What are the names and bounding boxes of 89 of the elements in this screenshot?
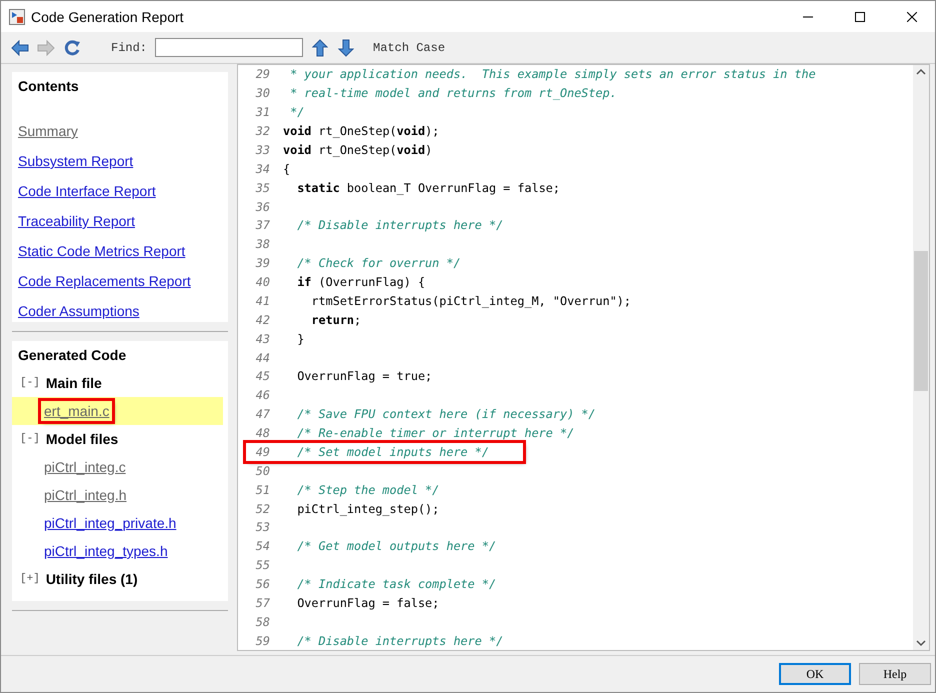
- find-field[interactable]: [155, 38, 304, 57]
- close-icon[interactable]: [907, 12, 917, 22]
- generated-code-heading: Generated Code: [18, 347, 128, 363]
- file-link[interactable]: piCtrl_integ.c: [41, 457, 129, 477]
- code-text: /* Save FPU context here (if necessary) */: [296, 407, 596, 422]
- file-link[interactable]: ert_main.c: [41, 401, 112, 421]
- report-link[interactable]: Subsystem Report: [18, 146, 134, 176]
- contents-heading: Contents: [18, 78, 80, 94]
- line-number: 53: [254, 520, 270, 534]
- code-text: return;: [310, 312, 362, 327]
- code-text: void rt_OneStep(void): [283, 142, 432, 157]
- code-text: * real-time model and returns from rt_OneStep.: [289, 86, 617, 100]
- report-link[interactable]: Summary: [18, 116, 78, 146]
- file-group-label: Utility files (1): [46, 571, 138, 587]
- dialog-button[interactable]: OK: [779, 663, 851, 685]
- scroll-thumb[interactable]: [914, 251, 928, 391]
- code-text: /* Get model outputs here */: [296, 539, 496, 554]
- code-text: {: [283, 162, 290, 176]
- report-link[interactable]: Code Interface Report: [18, 176, 156, 206]
- line-number: 36: [254, 200, 270, 214]
- dialog-button[interactable]: Help: [859, 663, 931, 685]
- line-number: 31: [254, 105, 270, 120]
- report-link[interactable]: Traceability Report: [18, 206, 135, 236]
- code-text: /* Indicate task complete */: [296, 577, 496, 592]
- code-text: }: [296, 332, 304, 346]
- find-label: Find:: [111, 40, 148, 54]
- line-number: 42: [254, 312, 270, 327]
- line-number: 33: [254, 142, 270, 157]
- code-text: /* Disable interrupts here */: [296, 634, 504, 648]
- find-previous-icon[interactable]: [312, 38, 328, 56]
- code-text: OverrunFlag = false;: [296, 596, 440, 610]
- code-text: */: [289, 105, 304, 120]
- line-number: 59: [254, 634, 270, 648]
- file-link[interactable]: piCtrl_integ_types.h: [41, 541, 171, 561]
- line-number: 54: [254, 539, 270, 554]
- line-number: 45: [254, 369, 270, 384]
- match-case-label[interactable]: Match Case: [373, 40, 446, 54]
- line-number: 32: [254, 124, 270, 138]
- find-next-icon[interactable]: [338, 38, 354, 56]
- line-number: 37: [254, 218, 270, 232]
- line-number: 52: [254, 502, 270, 516]
- back-arrow-icon[interactable]: [11, 40, 29, 56]
- scrollbar[interactable]: [913, 65, 929, 650]
- expand-toggle[interactable]: [-]: [20, 377, 40, 389]
- report-link[interactable]: Static Code Metrics Report: [18, 236, 186, 266]
- code-text: * your application needs. This example simply sets an error status in the: [289, 67, 816, 82]
- line-number: 58: [254, 614, 270, 629]
- code-text: static boolean_T OverrunFlag = false;: [296, 180, 560, 195]
- refresh-icon[interactable]: [63, 38, 81, 56]
- expand-toggle[interactable]: [+]: [20, 573, 40, 585]
- line-number: 48: [254, 426, 270, 440]
- file-link[interactable]: piCtrl_integ_private.h: [41, 513, 180, 533]
- code-text: /* Disable interrupts here */: [296, 218, 504, 232]
- file-group-label: Main file: [46, 375, 102, 391]
- file-group-label: Model files: [46, 431, 118, 447]
- code-text: /* Check for overrun */: [296, 256, 461, 270]
- code-text: void rt_OneStep(void);: [283, 124, 440, 138]
- line-number: 29: [254, 67, 270, 82]
- code-text: OverrunFlag = true;: [296, 369, 432, 384]
- code-text: piCtrl_integ_step();: [296, 502, 440, 516]
- code-text: /* Re-enable timer or interrupt here */: [296, 426, 574, 440]
- line-number: 35: [254, 180, 270, 195]
- code-text: /* Step the model */: [296, 482, 440, 497]
- maximize-icon[interactable]: [855, 12, 865, 22]
- code-text: /* Set model inputs here */: [296, 444, 489, 459]
- line-number: 46: [254, 388, 270, 402]
- code-text: rtmSetErrorStatus(piCtrl_integ_M, "Overrun");: [310, 294, 632, 308]
- report-link[interactable]: Coder Assumptions: [18, 296, 140, 326]
- line-number: 55: [254, 558, 270, 572]
- line-number: 50: [254, 464, 270, 478]
- app-icon: [9, 8, 25, 24]
- file-link[interactable]: piCtrl_integ.h: [41, 485, 130, 505]
- line-number: 43: [254, 332, 270, 346]
- line-number: 44: [254, 350, 270, 365]
- line-number: 51: [254, 482, 270, 497]
- line-number: 57: [254, 596, 270, 610]
- line-number: 47: [254, 407, 270, 422]
- line-number: 40: [254, 275, 270, 290]
- window-title: Code Generation Report: [31, 8, 185, 24]
- line-number: 30: [254, 86, 270, 100]
- code-text: if (OverrunFlag) {: [296, 275, 426, 290]
- line-number: 39: [254, 256, 270, 270]
- line-number: 41: [254, 294, 270, 308]
- line-number: 34: [254, 162, 270, 176]
- line-number: 49: [254, 444, 270, 459]
- expand-toggle[interactable]: [-]: [20, 433, 40, 445]
- line-number: 38: [254, 237, 270, 252]
- report-link[interactable]: Code Replacements Report: [18, 266, 191, 296]
- line-number: 56: [254, 577, 270, 592]
